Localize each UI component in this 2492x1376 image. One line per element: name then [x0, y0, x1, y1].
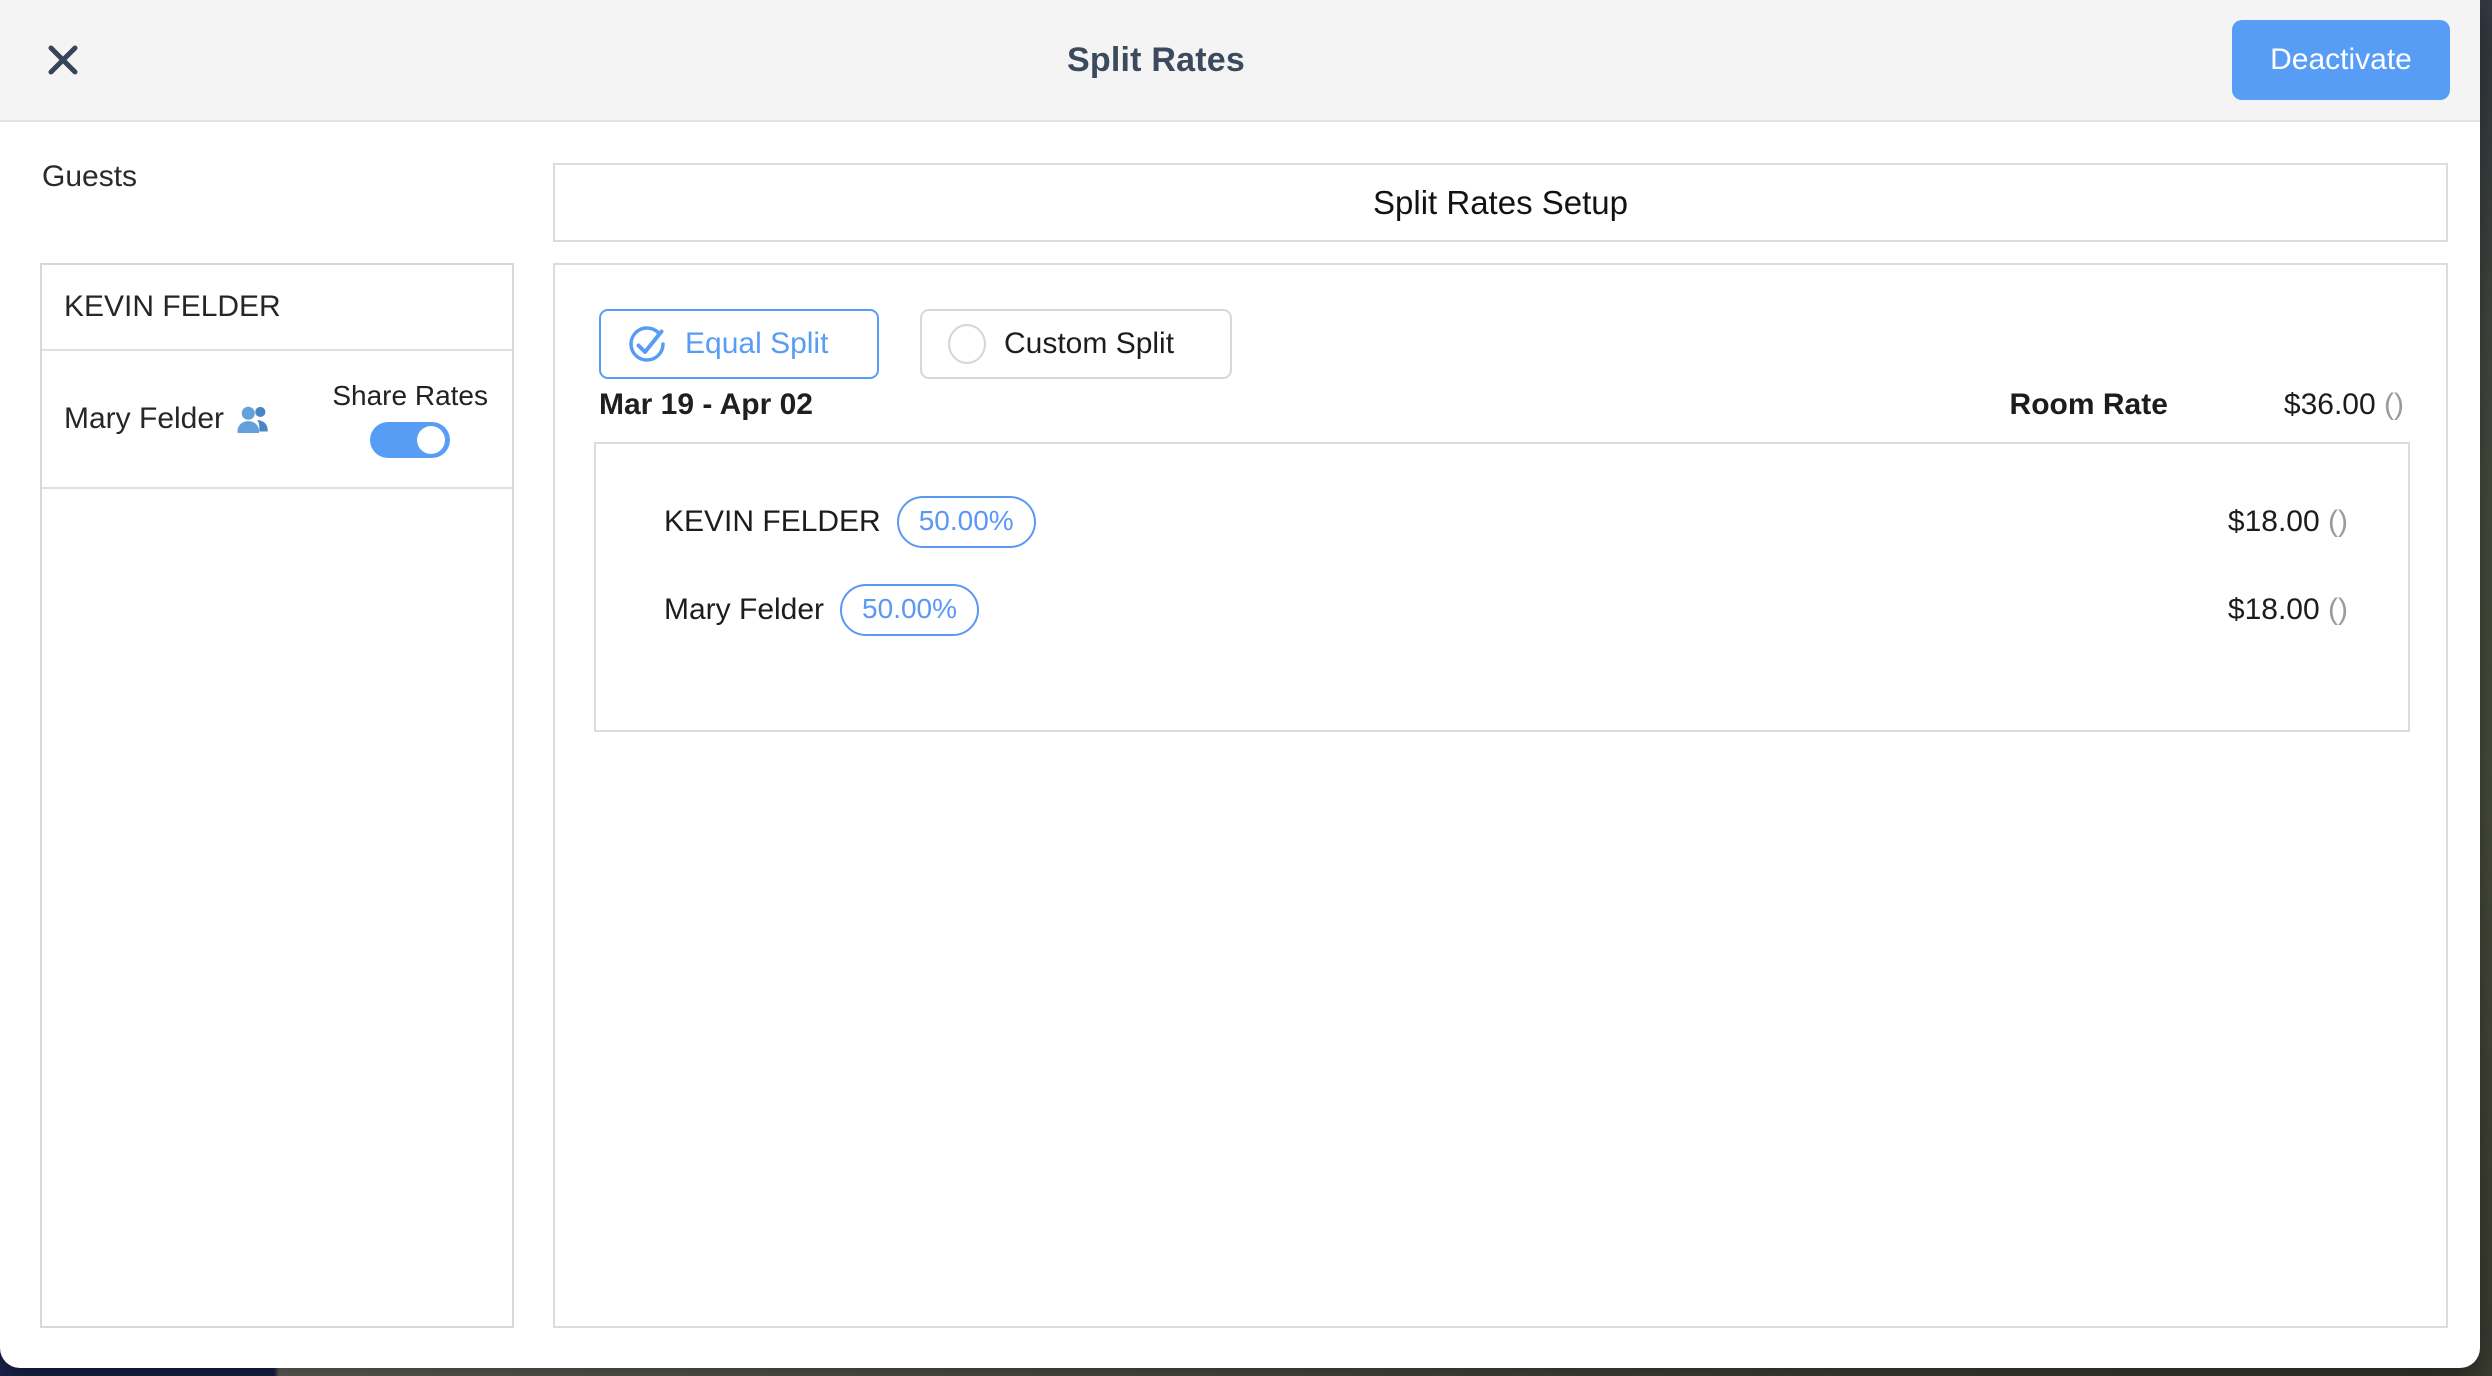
split-guest-name: Mary Felder [664, 593, 824, 627]
guest-list-panel: KEVIN FELDER Mary Felder [40, 263, 514, 1328]
guest-row-shared[interactable]: Mary Felder Share Rates [42, 351, 512, 489]
split-setup-panel: Equal Split Custom Split Mar 19 - Apr 02… [553, 263, 2448, 1328]
split-amount-suffix: () [2328, 505, 2348, 538]
background-page-edge [2478, 0, 2492, 1376]
split-amount-suffix: () [2328, 593, 2348, 626]
room-rate-suffix: () [2384, 388, 2404, 421]
guests-section-label: Guests [42, 160, 137, 194]
equal-split-label: Equal Split [685, 327, 828, 361]
guest-row-primary[interactable]: KEVIN FELDER [42, 265, 512, 351]
custom-split-label: Custom Split [1004, 327, 1174, 361]
setup-header-box: Split Rates Setup [553, 163, 2448, 242]
equal-split-option[interactable]: Equal Split [599, 309, 879, 379]
deactivate-button[interactable]: Deactivate [2232, 20, 2450, 100]
split-mode-options: Equal Split Custom Split [599, 309, 1232, 379]
modal-header: Split Rates Deactivate [0, 0, 2480, 122]
split-percent-badge: 50.00% [897, 496, 1036, 548]
split-row-kevin: KEVIN FELDER 50.00% $18.00 () [664, 478, 2348, 566]
rate-summary-row: Mar 19 - Apr 02 Room Rate $36.00 () [599, 387, 2404, 423]
share-rates-label: Share Rates [332, 380, 488, 412]
split-rates-modal: Split Rates Deactivate Guests KEVIN FELD… [0, 0, 2480, 1368]
toggle-knob [417, 426, 445, 454]
room-rate-value: $36.00 () [2284, 388, 2404, 422]
check-circle-icon [627, 324, 667, 364]
close-icon [46, 43, 80, 77]
split-guest-name: KEVIN FELDER [664, 505, 881, 539]
shared-guest-name: Mary Felder [64, 402, 224, 436]
primary-guest-name: KEVIN FELDER [64, 290, 281, 324]
split-amount: $18.00 () [2228, 505, 2348, 539]
share-rates-toggle[interactable] [370, 422, 450, 458]
date-range: Mar 19 - Apr 02 [599, 388, 813, 422]
split-percent-badge: 50.00% [840, 584, 979, 636]
guest-split-box: KEVIN FELDER 50.00% $18.00 () Mary Felde… [594, 442, 2410, 732]
split-amount: $18.00 () [2228, 593, 2348, 627]
page-title: Split Rates [80, 41, 2232, 80]
split-row-mary: Mary Felder 50.00% $18.00 () [664, 566, 2348, 654]
setup-title: Split Rates Setup [1373, 184, 1628, 222]
room-rate-label: Room Rate [2010, 388, 2168, 422]
custom-split-option[interactable]: Custom Split [920, 309, 1232, 379]
close-button[interactable] [46, 43, 80, 77]
radio-circle-icon [948, 324, 986, 364]
shared-guests-icon [236, 404, 270, 434]
